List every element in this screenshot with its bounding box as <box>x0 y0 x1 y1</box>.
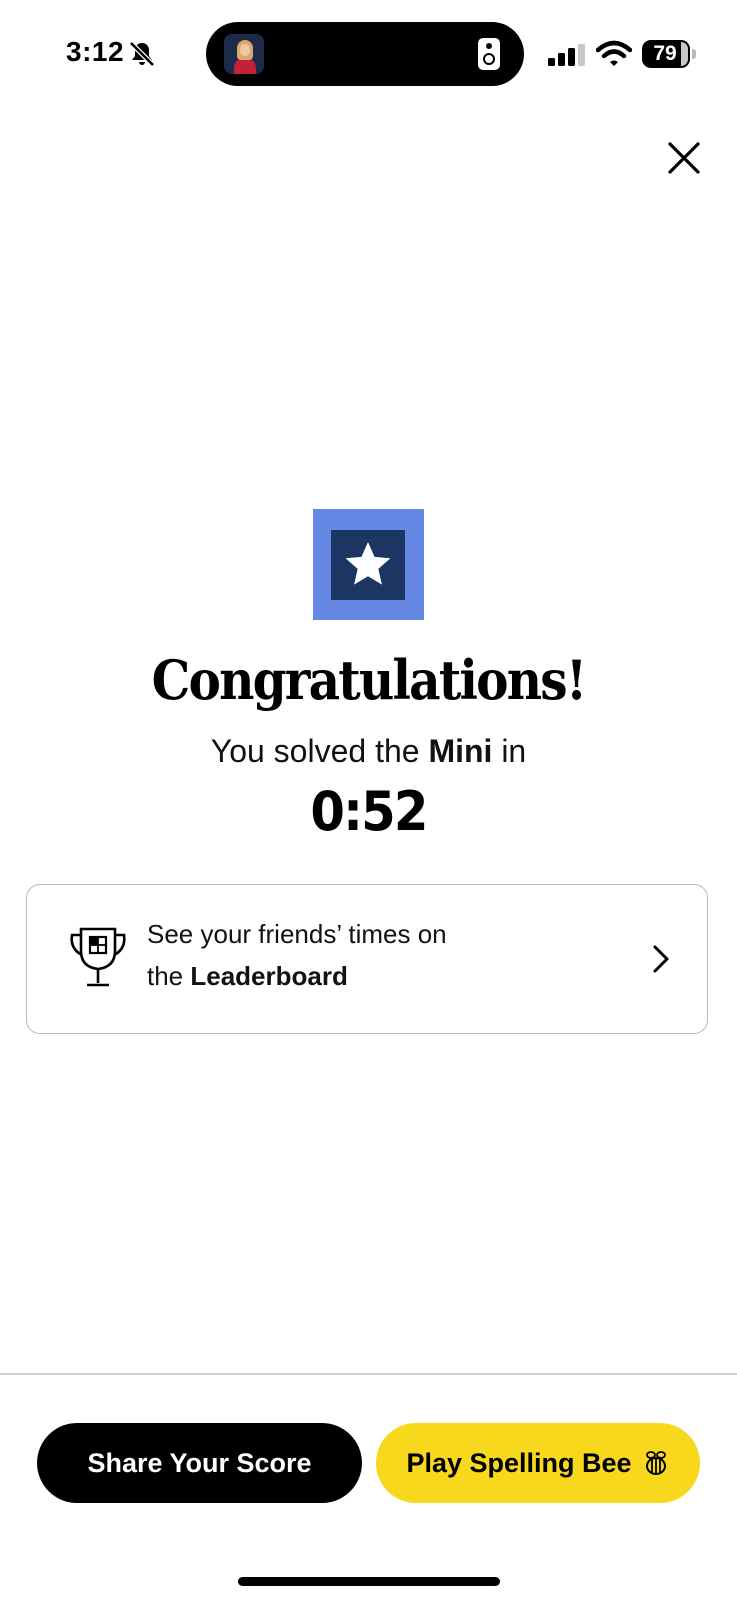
leaderboard-text-line2: the Leaderboard <box>147 961 348 992</box>
leaderboard-prefix: the <box>147 961 191 991</box>
battery-level: 79 <box>653 42 677 65</box>
chevron-right-icon <box>653 945 669 973</box>
congratulations-headline: Congratulations! <box>151 648 588 712</box>
play-spelling-bee-button[interactable]: Play Spelling Bee <box>376 1423 700 1503</box>
mini-star-badge <box>313 509 424 620</box>
solved-suffix: in <box>492 733 527 769</box>
leaderboard-text-line1: See your friends’ times on <box>147 919 447 949</box>
share-score-label: Share Your Score <box>87 1447 312 1478</box>
star-icon <box>345 542 391 585</box>
now-playing-thumbnail[interactable] <box>224 34 264 74</box>
close-icon[interactable] <box>664 138 704 178</box>
home-indicator[interactable] <box>238 1577 500 1586</box>
bottom-divider <box>0 1373 737 1375</box>
bee-icon <box>645 1451 666 1475</box>
wifi-icon <box>596 40 632 66</box>
leaderboard-link-text: Leaderboard <box>190 961 348 991</box>
spelling-bee-label: Play Spelling Bee <box>406 1447 632 1478</box>
solved-message: You solved the Mini in <box>0 733 737 770</box>
battery-icon: 79 <box>642 40 696 68</box>
star-badge-inner <box>331 530 405 600</box>
cellular-signal-icon <box>548 44 585 66</box>
speaker-icon <box>478 38 500 70</box>
game-name: Mini <box>428 733 493 769</box>
trophy-icon <box>70 927 126 987</box>
status-time: 3:12 <box>66 36 125 67</box>
solve-time: 0:52 <box>310 780 428 843</box>
leaderboard-card[interactable]: See your friends’ times on the Leaderboa… <box>26 884 708 1034</box>
solved-prefix: You solved the <box>210 733 429 769</box>
dynamic-island[interactable] <box>206 22 524 86</box>
share-score-button[interactable]: Share Your Score <box>37 1423 362 1503</box>
bell-muted-icon <box>129 41 155 67</box>
